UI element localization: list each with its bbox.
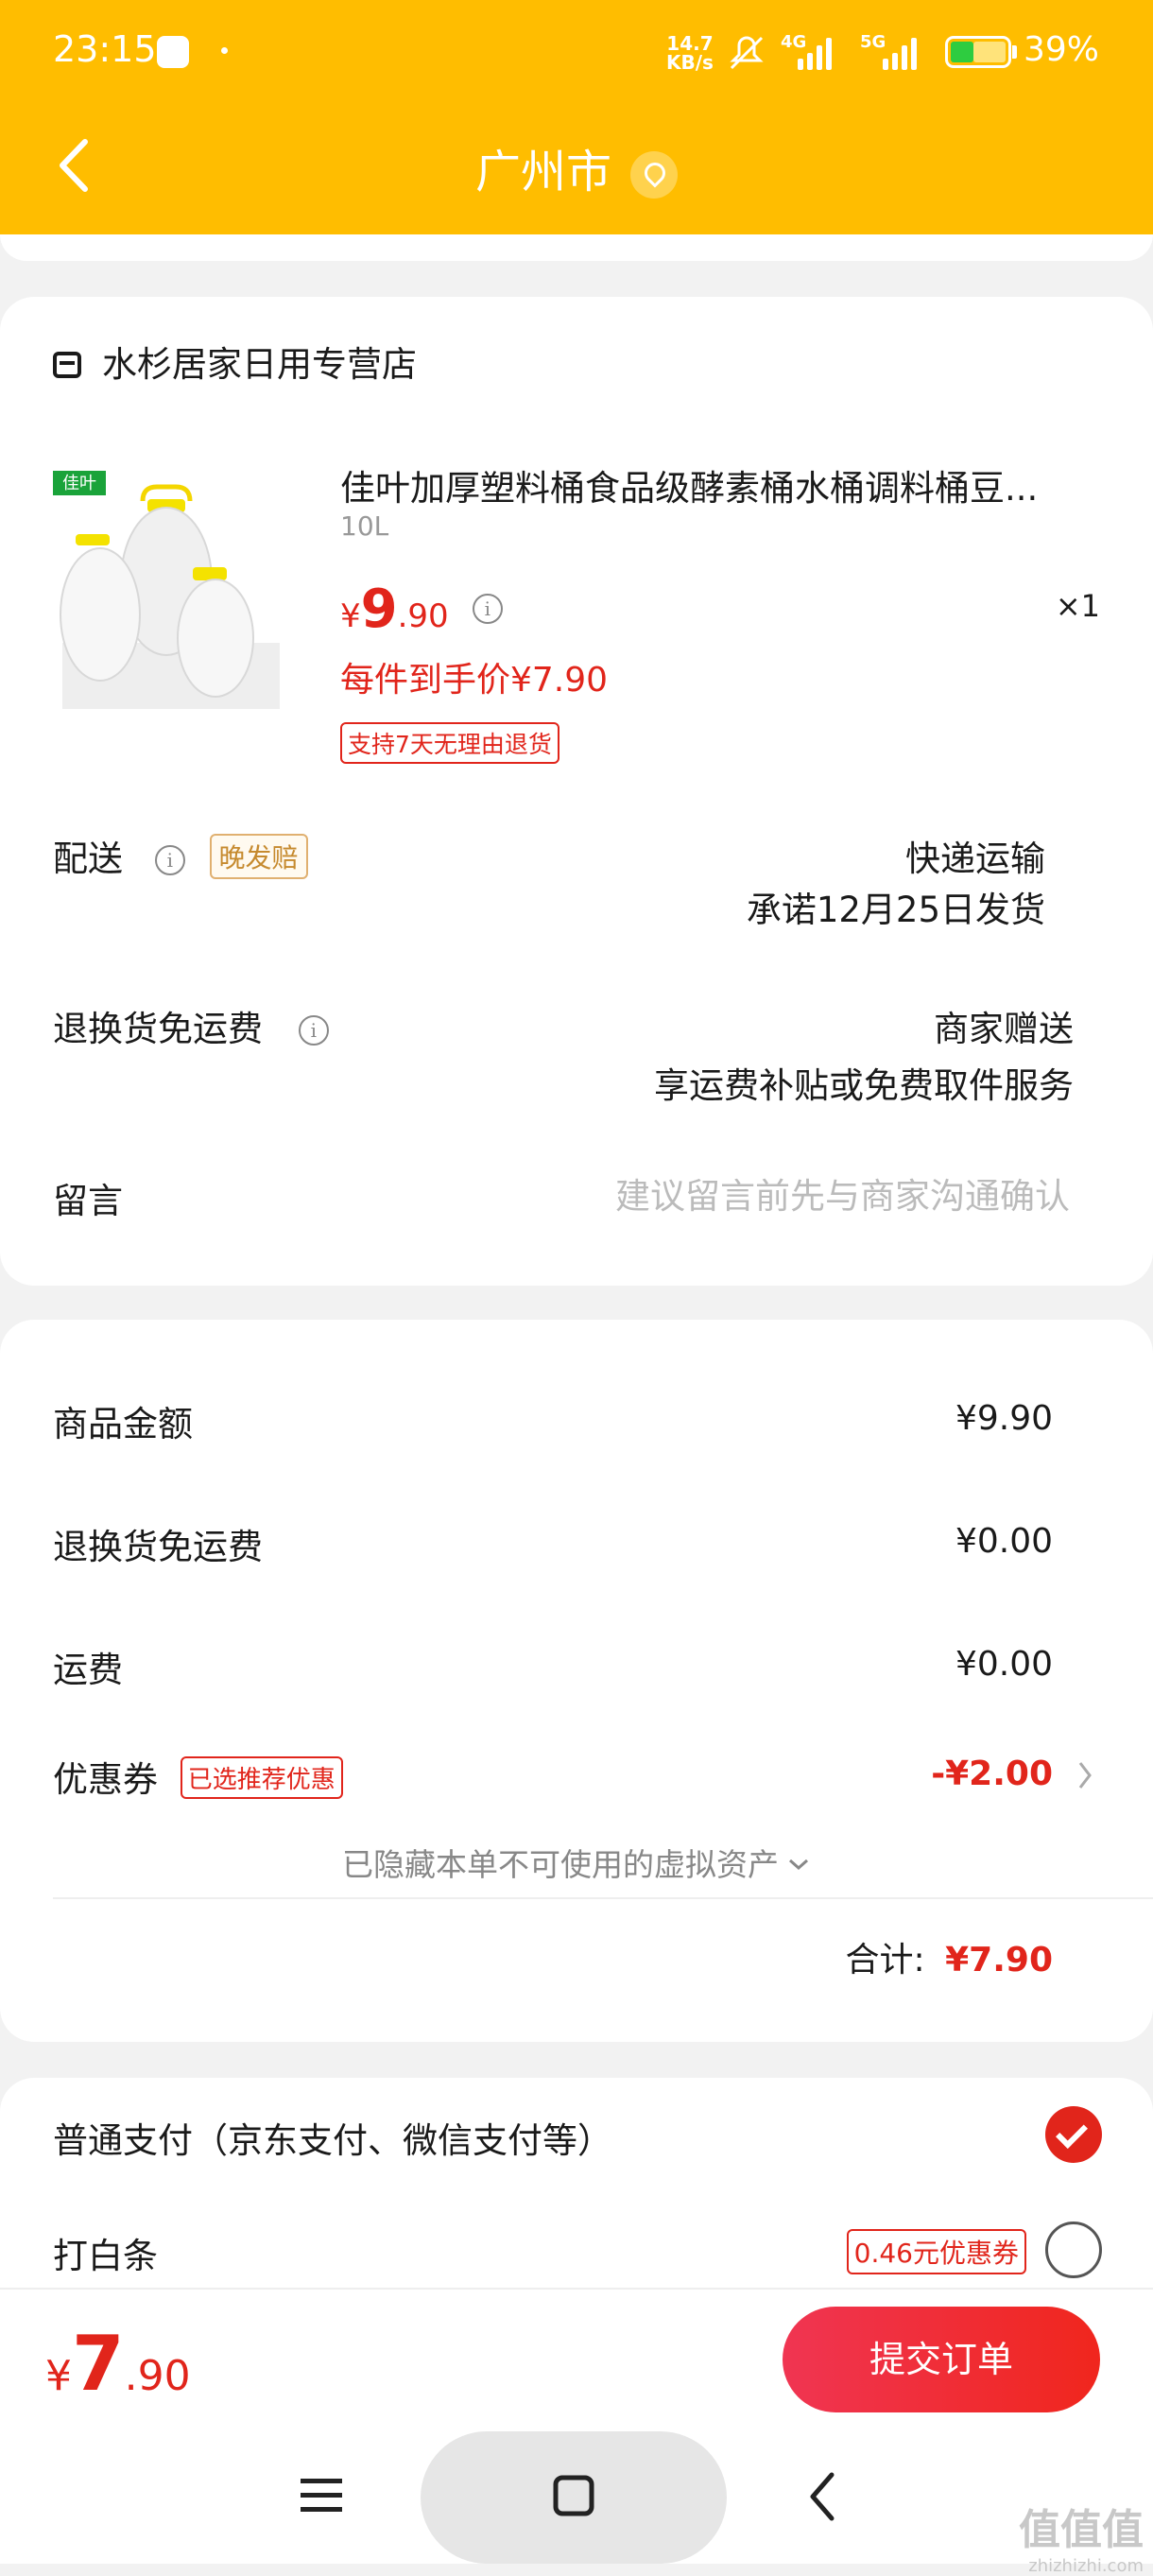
coupon-value: -¥2.00 bbox=[931, 1755, 1053, 1793]
mute-icon bbox=[730, 36, 764, 70]
price-info-icon[interactable]: i bbox=[472, 594, 503, 624]
product-price: ¥9.90 i bbox=[340, 579, 503, 640]
return-shipping-note: 享运费补贴或免费取件服务 bbox=[654, 1065, 1074, 1106]
unit-final-price: 每件到手价¥7.90 bbox=[340, 661, 609, 700]
city-name: 广州市 bbox=[474, 146, 611, 199]
delivery-row[interactable]: 配送 i 晚发赔 bbox=[53, 830, 308, 881]
payment-baitiao-radio-icon[interactable] bbox=[1045, 2222, 1102, 2278]
late-compensation-badge: 晚发赔 bbox=[209, 834, 308, 879]
signal-5g-icon bbox=[866, 38, 922, 70]
delivery-promise: 承诺12月25日发货 bbox=[746, 890, 1045, 930]
delivery-info-icon[interactable]: i bbox=[154, 845, 185, 875]
return-shipping-row: 退换货免运费 i bbox=[53, 1000, 329, 1051]
payment-option-baitiao[interactable]: 打白条 bbox=[53, 2227, 158, 2278]
return-policy-badge: 支持7天无理由退货 bbox=[340, 722, 559, 764]
coupon-label: 优惠券 bbox=[53, 1759, 158, 1800]
total-label: 合计: bbox=[845, 1941, 925, 1980]
coupon-selected-badge: 已选推荐优惠 bbox=[180, 1756, 343, 1799]
nav-back-icon[interactable] bbox=[805, 2471, 839, 2522]
chevron-down-icon bbox=[789, 1859, 808, 1871]
battery-percent: 39% bbox=[1024, 30, 1100, 69]
hidden-assets-toggle[interactable]: 已隐藏本单不可使用的虚拟资产 bbox=[0, 1840, 1153, 1885]
delivery-label: 配送 bbox=[53, 838, 123, 879]
coupon-chevron-right-icon[interactable] bbox=[1076, 1758, 1094, 1792]
divider bbox=[53, 1897, 1153, 1899]
summary-label-shipping: 运费 bbox=[53, 1650, 123, 1690]
delivery-method: 快递运输 bbox=[905, 838, 1045, 879]
return-shipping-info-icon[interactable]: i bbox=[298, 1015, 329, 1046]
bottom-total-price: ¥7.90 bbox=[45, 2320, 191, 2408]
coupon-row[interactable]: 优惠券 已选推荐优惠 bbox=[53, 1751, 343, 1802]
total-row: 合计: ¥7.90 bbox=[846, 1932, 1053, 1981]
status-bar: 23:15 14.7 KB/s 4G 5G 39% bbox=[0, 26, 1153, 83]
total-value: ¥7.90 bbox=[945, 1941, 1053, 1980]
store-name: 水杉居家日用专营店 bbox=[102, 344, 417, 385]
payment-standard-checked-icon[interactable] bbox=[1045, 2106, 1102, 2163]
menu-icon[interactable] bbox=[299, 2475, 346, 2516]
product-quantity: ×1 bbox=[1055, 588, 1100, 624]
message-label: 留言 bbox=[53, 1181, 123, 1221]
store-name-row[interactable]: 水杉居家日用专营店 bbox=[53, 336, 417, 387]
product-spec: 10L bbox=[340, 510, 389, 542]
payment-option-standard[interactable]: 普通支付（京东支付、微信支付等） bbox=[53, 2112, 612, 2163]
status-time: 23:15 bbox=[53, 28, 157, 70]
watermark: 值值值 zhizhizhi.com bbox=[1019, 2506, 1144, 2576]
summary-value-return-shipping: ¥0.00 bbox=[955, 1522, 1053, 1561]
return-shipping-value: 商家赠送 bbox=[934, 1009, 1074, 1049]
store-icon bbox=[53, 352, 81, 378]
product-image[interactable]: 佳叶 bbox=[53, 463, 299, 718]
summary-label-return-shipping: 退换货免运费 bbox=[53, 1527, 263, 1567]
product-brand-badge: 佳叶 bbox=[62, 474, 96, 493]
summary-value-goods: ¥9.90 bbox=[955, 1399, 1053, 1438]
message-input[interactable] bbox=[397, 1167, 1072, 1225]
net-speed: 14.7 KB/s bbox=[666, 32, 714, 74]
page-title[interactable]: 广州市 bbox=[0, 134, 1153, 200]
location-pin-icon bbox=[630, 151, 678, 199]
home-icon[interactable] bbox=[552, 2474, 595, 2517]
return-shipping-label: 退换货免运费 bbox=[53, 1009, 263, 1049]
submit-order-button[interactable]: 提交订单 bbox=[783, 2307, 1100, 2412]
baitiao-coupon-badge: 0.46元优惠券 bbox=[846, 2229, 1026, 2274]
battery-icon bbox=[945, 36, 1011, 68]
address-card-edge bbox=[0, 234, 1153, 261]
signal-4g-icon bbox=[781, 38, 837, 70]
store-card bbox=[0, 297, 1153, 1286]
notification-dot-icon bbox=[221, 47, 228, 54]
product-name[interactable]: 佳叶加厚塑料桶食品级酵素桶水桶调料桶豆... bbox=[340, 459, 1096, 510]
alarm-icon bbox=[157, 36, 189, 68]
summary-value-shipping: ¥0.00 bbox=[955, 1645, 1053, 1684]
summary-label-goods: 商品金额 bbox=[53, 1404, 193, 1444]
